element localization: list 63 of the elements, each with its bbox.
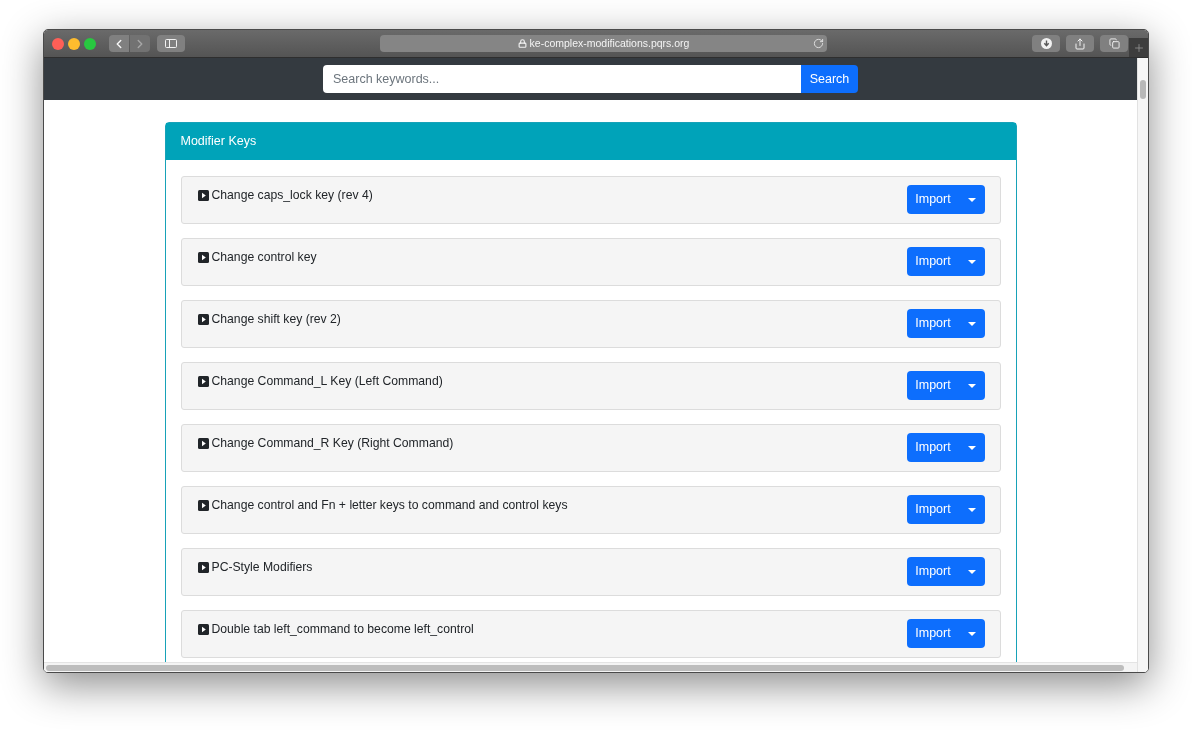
- lock-icon: [517, 39, 527, 48]
- import-button[interactable]: Import: [906, 185, 960, 214]
- window-close-icon[interactable]: [52, 37, 64, 50]
- caret-down-icon: [968, 507, 976, 512]
- rule-title: PC-Style Modifiers: [211, 559, 313, 576]
- rule-title: Change Command_R Key (Right Command): [211, 435, 454, 452]
- share-button[interactable]: [1066, 35, 1094, 52]
- rule-title: Double tab left_command to become left_control: [211, 621, 474, 638]
- import-button[interactable]: Import: [906, 309, 960, 338]
- play-square-icon: [197, 437, 209, 449]
- play-square-icon: [197, 251, 209, 263]
- scrollbar-thumb[interactable]: [46, 664, 1124, 671]
- rule-title: Change control and Fn + letter keys to command and control keys: [211, 497, 568, 514]
- downloads-button[interactable]: [1032, 35, 1060, 52]
- caret-down-icon: [968, 569, 976, 574]
- reload-icon[interactable]: [813, 38, 824, 49]
- rule-title: Change Command_L Key (Left Command): [211, 373, 443, 390]
- search-field[interactable]: Search keywords...: [323, 65, 801, 93]
- play-square-icon: [197, 189, 209, 201]
- back-button[interactable]: [109, 35, 129, 52]
- sidebar-icon: [165, 39, 177, 48]
- dropdown-toggle-button[interactable]: [959, 371, 985, 400]
- dropdown-toggle-button[interactable]: [959, 495, 985, 524]
- rule-title: Change shift key (rev 2): [211, 311, 341, 328]
- rule-title: Change caps_lock key (rev 4): [211, 187, 373, 204]
- dropdown-toggle-button[interactable]: [959, 185, 985, 214]
- play-square-icon: [197, 375, 209, 387]
- caret-down-icon: [968, 445, 976, 450]
- import-button[interactable]: Import: [906, 619, 960, 648]
- import-button[interactable]: Import: [906, 247, 960, 276]
- rule-title: Change control key: [211, 249, 317, 266]
- new-tab-button[interactable]: [1129, 38, 1148, 57]
- import-button[interactable]: Import: [906, 557, 960, 586]
- tabs-button[interactable]: [1100, 35, 1128, 52]
- play-square-icon: [197, 313, 209, 325]
- dropdown-toggle-button[interactable]: [959, 433, 985, 462]
- download-icon: [1040, 38, 1052, 49]
- window-zoom-icon[interactable]: [84, 37, 96, 50]
- scrollbar-thumb[interactable]: [1140, 80, 1146, 99]
- card-header: Modifier Keys: [165, 123, 1016, 160]
- dropdown-toggle-button[interactable]: [959, 619, 985, 648]
- plus-icon: [1132, 41, 1145, 54]
- dropdown-toggle-button[interactable]: [959, 247, 985, 276]
- caret-down-icon: [968, 259, 976, 264]
- caret-down-icon: [968, 197, 976, 202]
- url-text: ke-complex-modifications.pqrs.org: [529, 35, 690, 51]
- address-bar[interactable]: ke-complex-modifications.pqrs.org: [380, 35, 827, 52]
- play-square-icon: [197, 561, 209, 573]
- import-button[interactable]: Import: [906, 433, 960, 462]
- import-button[interactable]: Import: [906, 371, 960, 400]
- play-square-icon: [197, 499, 209, 511]
- share-icon: [1074, 37, 1086, 50]
- dropdown-toggle-button[interactable]: [959, 557, 985, 586]
- import-button[interactable]: Import: [906, 495, 960, 524]
- caret-down-icon: [968, 631, 976, 636]
- window-minimize-icon[interactable]: [68, 37, 80, 50]
- caret-down-icon: [968, 383, 976, 388]
- play-square-icon: [197, 623, 209, 635]
- caret-down-icon: [968, 321, 976, 326]
- sidebar-button[interactable]: [157, 35, 185, 52]
- tabs-icon: [1108, 38, 1120, 49]
- search-button[interactable]: Search: [801, 65, 858, 93]
- dropdown-toggle-button[interactable]: [959, 309, 985, 338]
